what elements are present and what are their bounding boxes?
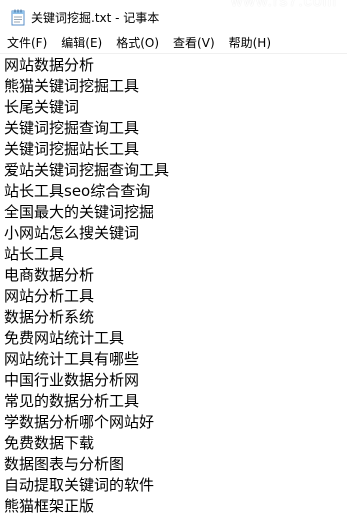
notepad-window: 关键词挖掘.txt - 记事本 www.rs7.com 文件(F) 编辑(E) … xyxy=(0,0,347,517)
notepad-icon xyxy=(11,9,25,25)
menu-format[interactable]: 格式(O) xyxy=(109,34,166,53)
window-title: 关键词挖掘.txt - 记事本 xyxy=(31,10,160,25)
text-line: 数据分析系统 xyxy=(4,308,95,326)
text-line: 全国最大的关键词挖掘 xyxy=(4,203,155,221)
text-line: 熊猫关键词挖掘工具 xyxy=(4,77,140,95)
menu-view[interactable]: 查看(V) xyxy=(166,34,222,53)
text-line: 网站数据分析 xyxy=(4,56,95,74)
text-line: 关键词挖掘查询工具 xyxy=(4,119,140,137)
text-line: 学数据分析哪个网站好 xyxy=(4,413,155,431)
text-line: 熊猫框架正版 xyxy=(4,497,95,515)
text-line: 常见的数据分析工具 xyxy=(4,392,140,410)
menu-edit[interactable]: 编辑(E) xyxy=(54,34,109,53)
text-line: 小网站怎么搜关键词 xyxy=(4,224,140,242)
text-line: 免费网站统计工具 xyxy=(4,329,125,347)
text-line: 站长工具 xyxy=(4,245,65,263)
title-bar[interactable]: 关键词挖掘.txt - 记事本 www.rs7.com xyxy=(0,0,347,34)
text-line: 网站分析工具 xyxy=(4,287,95,305)
text-line: 免费数据下载 xyxy=(4,434,95,452)
text-editor[interactable]: 网站数据分析熊猫关键词挖掘工具 长尾关键词关键词挖掘查询工具 关键词挖掘站长工具爱站… xyxy=(0,54,347,517)
text-line: 网站统计工具有哪些 xyxy=(4,350,140,368)
text-line: 数据图表与分析图 xyxy=(4,455,125,473)
menu-bar: 文件(F) 编辑(E) 格式(O) 查看(V) 帮助(H) xyxy=(0,34,347,54)
text-line: 中国行业数据分析网 xyxy=(4,371,140,389)
text-line: 长尾关键词 xyxy=(4,98,80,116)
watermark: www.rs7.com xyxy=(230,0,337,10)
menu-help[interactable]: 帮助(H) xyxy=(222,34,278,53)
text-line: 站长工具seo综合查询 xyxy=(4,182,151,200)
menu-file[interactable]: 文件(F) xyxy=(0,34,54,53)
text-line: 自动提取关键词的软件 xyxy=(4,476,155,494)
text-line: 关键词挖掘站长工具 xyxy=(4,140,140,158)
text-line: 爱站关键词挖掘查询工具 xyxy=(4,161,170,179)
text-line: 电商数据分析 xyxy=(4,266,95,284)
